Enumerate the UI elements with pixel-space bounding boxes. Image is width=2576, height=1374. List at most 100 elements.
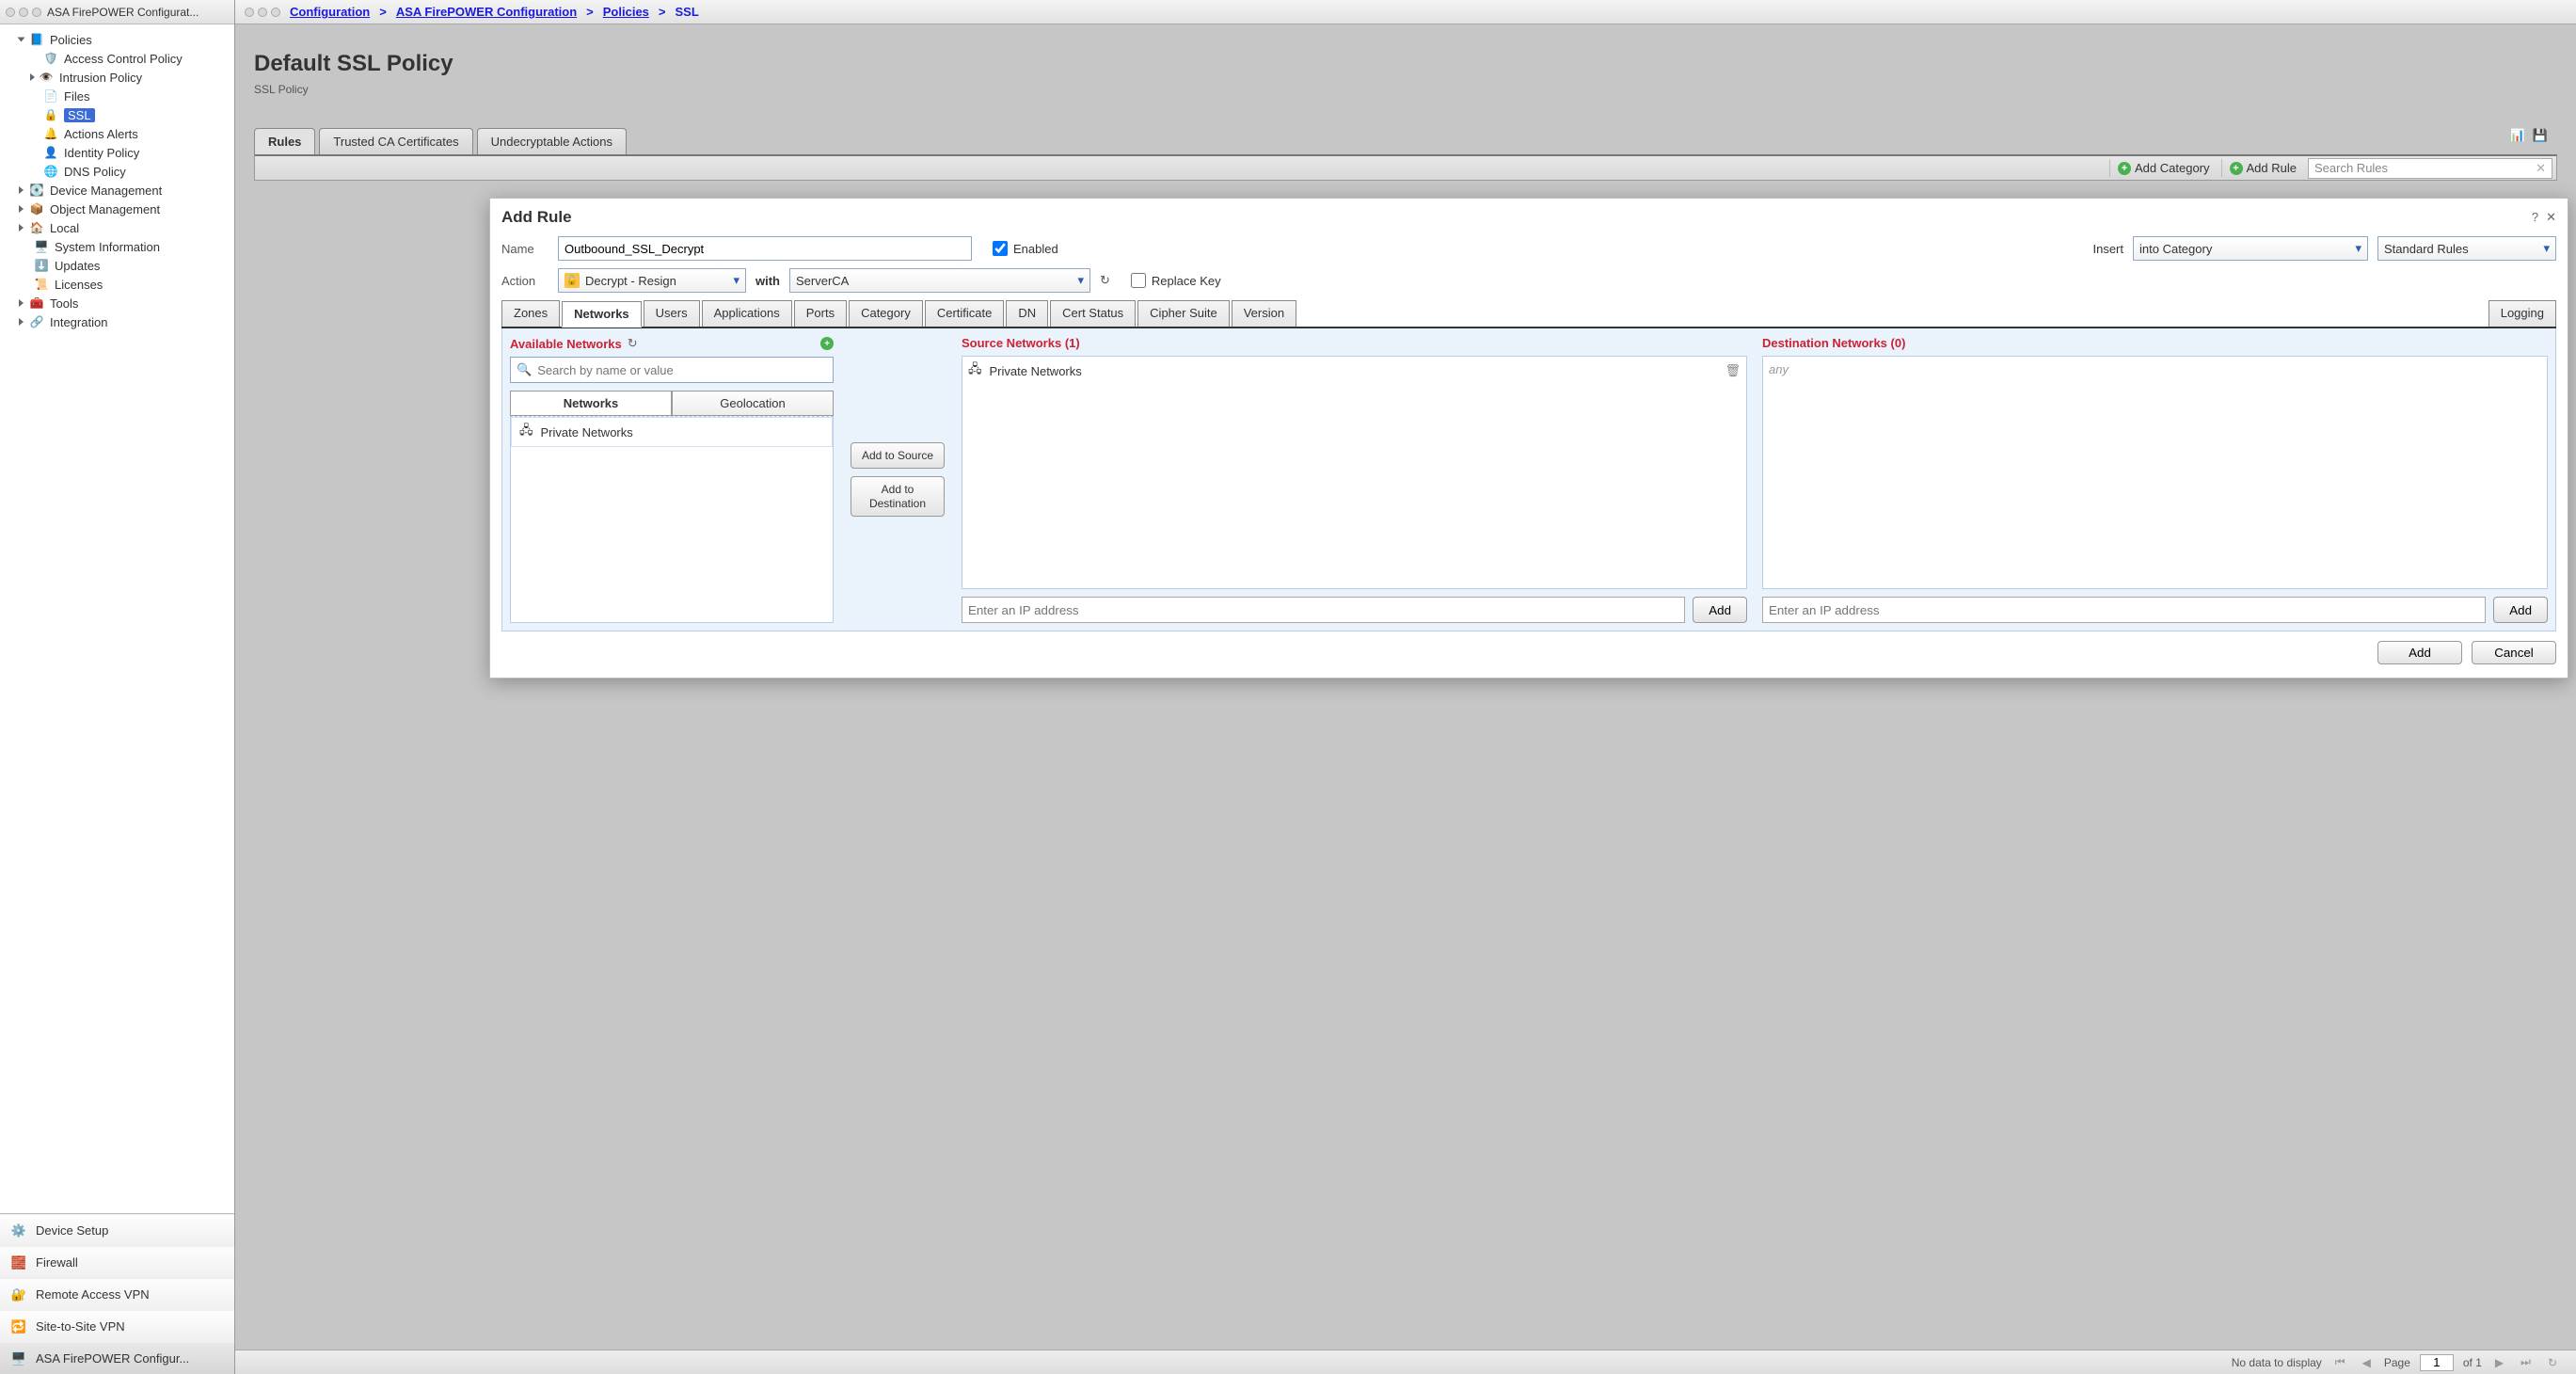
dialog-add-button[interactable]: Add [2377,641,2462,664]
tree-item-acp[interactable]: 🛡️Access Control Policy [0,49,234,68]
crumb-configuration[interactable]: Configuration [290,5,370,19]
refresh-icon[interactable]: ↻ [1100,273,1110,288]
action-select[interactable]: 🔓Decrypt - Resign ▾ [558,268,746,293]
tree-item-licenses[interactable]: 📜Licenses [0,275,234,294]
reload-icon[interactable]: ↻ [628,336,638,351]
dtab-dn[interactable]: DN [1006,300,1048,327]
network-icon: 🖧 [519,422,533,442]
dtab-zones[interactable]: Zones [501,300,560,327]
nav-firewall[interactable]: 🧱Firewall [0,1246,234,1278]
clear-icon[interactable]: ✕ [2536,161,2546,176]
tree-item-updates[interactable]: ⬇️Updates [0,256,234,275]
add-to-destination-button[interactable]: Add to Destination [851,476,945,517]
dest-ip-input[interactable] [1762,597,2486,623]
tree-item-ssl[interactable]: 🔒SSL [0,105,234,124]
nav-s2s-vpn[interactable]: 🔁Site-to-Site VPN [0,1310,234,1342]
save-icon[interactable]: 💾 [2533,128,2548,143]
add-network-icon[interactable]: + [820,337,834,350]
network-search-input[interactable] [537,363,827,377]
pager-first-button[interactable]: ⏮ [2331,1355,2349,1369]
disclosure-triangle-icon[interactable] [19,224,24,232]
dtab-users[interactable]: Users [644,300,700,327]
tree-item-sysinfo[interactable]: 🖥️System Information [0,237,234,256]
disclosure-triangle-icon[interactable] [19,205,24,213]
list-item[interactable]: 🖧 Private Networks 🗑 [962,357,1746,385]
tab-rules[interactable]: Rules [254,128,315,154]
dtab-networks[interactable]: Networks [562,301,642,328]
available-networks-list[interactable]: 🖧 Private Networks [510,416,834,623]
disclosure-triangle-icon[interactable] [19,299,24,307]
dtab-category[interactable]: Category [849,300,923,327]
tab-trusted-ca[interactable]: Trusted CA Certificates [319,128,472,154]
add-category-button[interactable]: +Add Category [2109,159,2218,177]
tree-item-identity[interactable]: 👤Identity Policy [0,143,234,162]
dtab-applications[interactable]: Applications [702,300,792,327]
crumb-ssl: SSL [676,5,699,19]
with-cert-select[interactable]: ServerCA▾ [789,268,1090,293]
add-to-source-button[interactable]: Add to Source [851,442,945,469]
dtab-cipher[interactable]: Cipher Suite [1137,300,1230,327]
enabled-checkbox[interactable] [993,241,1008,256]
crumb-sep: > [379,5,387,19]
pager-last-button[interactable]: ⏭ [2517,1355,2535,1369]
disclosure-triangle-icon[interactable] [30,73,35,81]
dtab-logging[interactable]: Logging [2489,300,2556,327]
enabled-label: Enabled [1013,242,1058,256]
tree-item-tools[interactable]: 🧰Tools [0,294,234,312]
dtab-cert-status[interactable]: Cert Status [1050,300,1136,327]
tree-item-integration[interactable]: 🔗Integration [0,312,234,331]
pager-refresh-button[interactable]: ↻ [2544,1356,2561,1369]
nav-device-setup[interactable]: ⚙️Device Setup [0,1214,234,1246]
disclosure-triangle-icon[interactable] [19,186,24,194]
tree-item-local[interactable]: 🏠Local [0,218,234,237]
dtab-certificate[interactable]: Certificate [925,300,1005,327]
rules-toolbar: +Add Category +Add Rule Search Rules ✕ [254,154,2557,181]
network-search[interactable]: 🔍 [510,357,834,383]
dest-networks-list[interactable]: any [1762,356,2548,589]
nav-firepower[interactable]: 🖥️ASA FirePOWER Configur... [0,1342,234,1374]
nav-remote-vpn[interactable]: 🔐Remote Access VPN [0,1278,234,1310]
source-ip-input[interactable] [962,597,1685,623]
dialog-title: Add Rule [501,208,572,227]
nav-tree: 📘 Policies 🛡️Access Control Policy 👁️Int… [0,24,234,1213]
tree-item-object-mgmt[interactable]: 📦Object Management [0,200,234,218]
pager-next-button[interactable]: ▶ [2491,1356,2507,1369]
search-rules-input[interactable]: Search Rules ✕ [2308,158,2552,179]
insert-mode-select[interactable]: into Category▾ [2133,236,2368,261]
subtab-networks[interactable]: Networks [510,391,672,416]
dest-empty-placeholder: any [1763,357,2547,382]
pager-prev-button[interactable]: ◀ [2359,1356,2375,1369]
tree-item-actions-alerts[interactable]: 🔔Actions Alerts [0,124,234,143]
breadcrumb-bar: Configuration > ASA FirePOWER Configurat… [235,0,2576,24]
list-item[interactable]: 🖧 Private Networks [511,417,833,447]
tree-item-files[interactable]: 📄Files [0,87,234,105]
tree-item-intrusion[interactable]: 👁️Intrusion Policy [0,68,234,87]
source-networks-list[interactable]: 🖧 Private Networks 🗑 [962,356,1747,589]
dest-add-button[interactable]: Add [2493,597,2548,623]
close-icon[interactable]: ✕ [2546,210,2556,225]
help-icon[interactable]: ? [2532,210,2538,225]
tab-undecryptable[interactable]: Undecryptable Actions [477,128,627,154]
disclosure-triangle-icon[interactable] [19,318,24,326]
replace-key-checkbox[interactable] [1131,273,1146,288]
tree-item-device-mgmt[interactable]: 💽Device Management [0,181,234,200]
crumb-firepower[interactable]: ASA FirePOWER Configuration [396,5,577,19]
dtab-ports[interactable]: Ports [794,300,847,327]
source-add-button[interactable]: Add [1693,597,1747,623]
tree-item-dns[interactable]: 🌐DNS Policy [0,162,234,181]
subtab-geolocation[interactable]: Geolocation [672,391,834,416]
add-rule-button[interactable]: +Add Rule [2221,159,2304,177]
plus-icon: + [2118,162,2131,175]
delete-icon[interactable]: 🗑 [1725,363,1741,378]
crumb-policies[interactable]: Policies [603,5,649,19]
rule-name-input[interactable] [558,236,972,261]
pager-page-input[interactable] [2420,1354,2454,1371]
disclosure-triangle-icon[interactable] [18,38,25,42]
folder-icon: 📘 [29,32,44,47]
tree-root-policies[interactable]: 📘 Policies [0,30,234,49]
page-subtitle: SSL Policy [254,83,2557,96]
report-icon[interactable]: 📊 [2510,128,2525,143]
insert-category-select[interactable]: Standard Rules▾ [2377,236,2556,261]
dtab-version[interactable]: Version [1232,300,1296,327]
dialog-cancel-button[interactable]: Cancel [2472,641,2556,664]
